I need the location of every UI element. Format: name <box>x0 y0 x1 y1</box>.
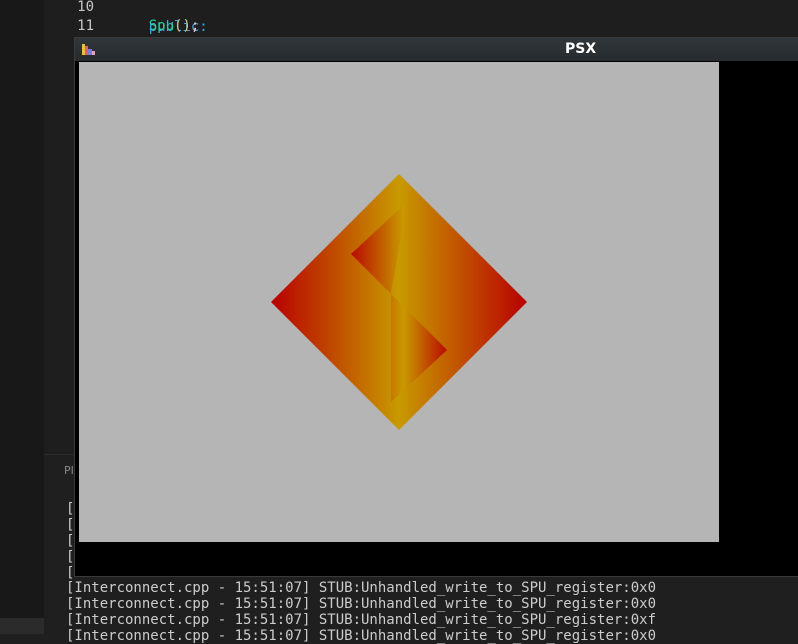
line-number: 11 <box>77 18 94 34</box>
terminal-line: [ <box>66 565 75 581</box>
psx-window[interactable]: PSX <box>75 38 798 576</box>
line-number: 10 <box>77 0 94 15</box>
code-token: ; <box>190 18 200 34</box>
code-line[interactable]: Spu(); <box>115 16 200 36</box>
terminal-line: [ <box>66 533 75 549</box>
code-token: Spu <box>148 18 175 34</box>
terminal-line: [Interconnect.cpp - 15:51:07] STUB:Unhan… <box>66 580 657 596</box>
playstation-logo <box>271 174 527 430</box>
window-title: PSX <box>565 41 597 57</box>
status-corner <box>0 618 44 634</box>
logo-left-half <box>271 174 399 430</box>
logo-right-half <box>399 174 527 430</box>
activity-bar <box>0 0 44 634</box>
terminal-line: [Interconnect.cpp - 15:51:07] STUB:Unhan… <box>66 596 657 612</box>
code-token: () <box>174 18 191 34</box>
terminal-line: [Interconnect.cpp - 15:51:07] STUB:Unhan… <box>66 612 657 628</box>
window-titlebar[interactable]: PSX <box>75 38 798 61</box>
terminal-line: [ <box>66 517 75 533</box>
terminal-line: [ <box>66 549 75 565</box>
emulator-screen[interactable] <box>79 62 719 542</box>
panel-tab[interactable]: PI <box>64 464 74 477</box>
terminal-line: [ <box>66 501 75 517</box>
terminal-line: [Interconnect.cpp - 15:51:07] STUB:Unhan… <box>66 628 657 644</box>
psx-app-icon <box>82 44 95 55</box>
